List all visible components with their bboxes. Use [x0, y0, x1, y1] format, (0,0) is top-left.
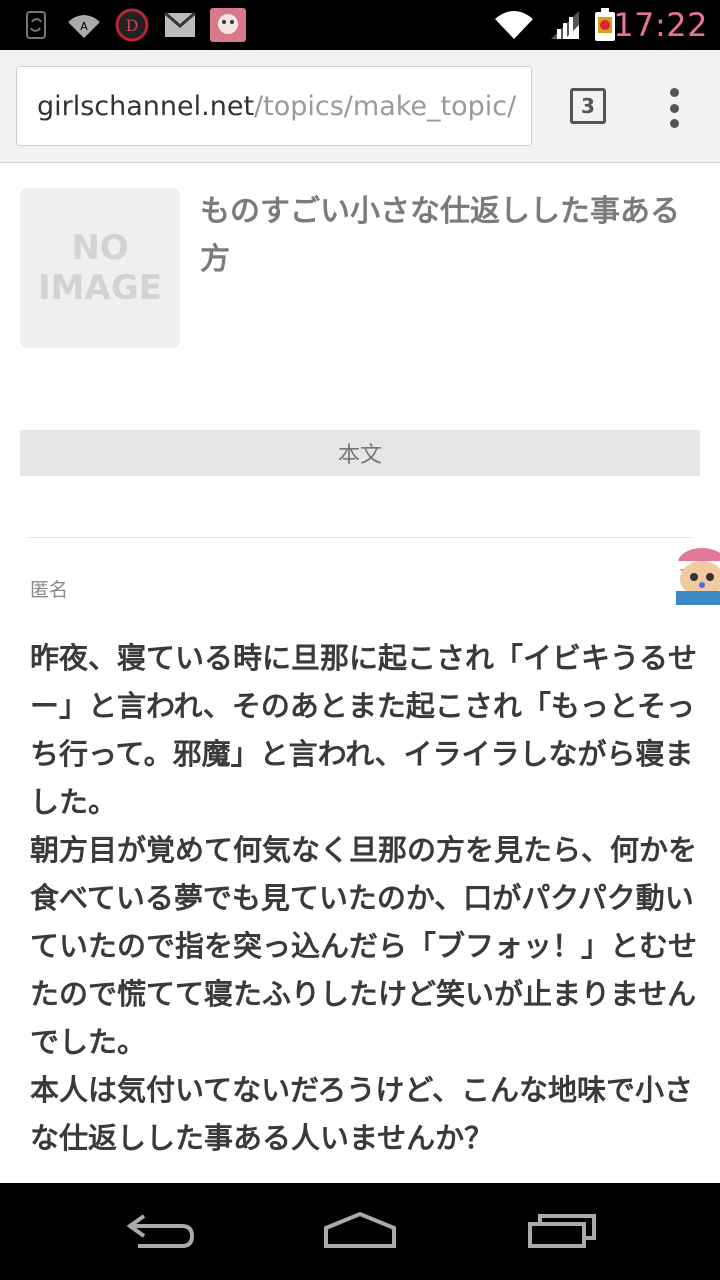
- character-app-icon: [208, 8, 248, 42]
- recent-apps-icon[interactable]: [522, 1205, 602, 1255]
- browser-toolbar: girlschannel.net/topics/make_topic/ 3: [0, 50, 720, 163]
- wifi-icon: [492, 8, 536, 42]
- disney-app-icon: D: [114, 8, 150, 42]
- svg-text:D: D: [126, 16, 139, 35]
- tab-switcher-button[interactable]: 3: [570, 88, 606, 124]
- section-label: 本文: [337, 443, 382, 468]
- url-path: /topics/make_topic/: [254, 90, 517, 122]
- status-time: 17:22: [613, 6, 708, 44]
- post-paragraph: 昨夜、寝ている時に旦那に起こされ「イビキうるせー」と言われ、そのあとまた起こされ…: [30, 641, 698, 819]
- section-header-body: 本文: [20, 430, 700, 476]
- post-paragraph: 朝方目が覚めて何気なく旦那の方を見たら、何かを食べている夢でも見ていたのか、口が…: [30, 833, 698, 1059]
- navigation-bar: [0, 1183, 720, 1280]
- post-body: 昨夜、寝ている時に旦那に起こされ「イビキうるせー」と言われ、そのあとまた起こされ…: [30, 634, 698, 1162]
- sync-icon: [24, 8, 48, 42]
- gmail-icon: [162, 8, 198, 42]
- author-name: 匿名: [30, 579, 69, 601]
- url-host: girlschannel.net: [37, 90, 255, 122]
- status-bar: A D 17:22: [0, 0, 720, 50]
- cell-signal-icon: [548, 8, 582, 42]
- avatar[interactable]: [672, 547, 720, 605]
- no-image-line2: IMAGE: [38, 268, 162, 308]
- no-image-placeholder: NO IMAGE: [20, 188, 180, 348]
- no-image-line1: NO: [71, 228, 129, 268]
- back-icon[interactable]: [120, 1205, 200, 1255]
- overflow-menu-icon[interactable]: [668, 88, 680, 128]
- wifi-signal-app-icon: A: [64, 8, 104, 42]
- svg-text:A: A: [80, 20, 88, 33]
- divider: [28, 537, 692, 538]
- post-paragraph: 本人は気付いてないだろうけど、こんな地味で小さな仕返しした事ある人いませんか？: [30, 1073, 693, 1155]
- url-bar[interactable]: girlschannel.net/topics/make_topic/: [16, 66, 532, 146]
- home-icon[interactable]: [320, 1205, 400, 1255]
- topic-title: ものすごい小さな仕返しした事ある方: [200, 194, 680, 277]
